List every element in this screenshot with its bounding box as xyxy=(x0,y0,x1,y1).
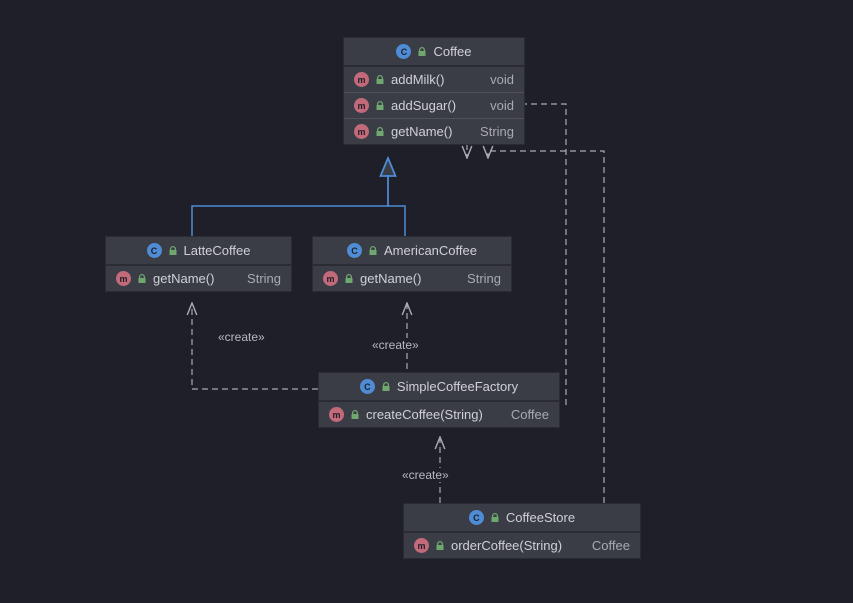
member-name: getName() xyxy=(153,271,214,286)
member-return: void xyxy=(478,98,514,113)
class-simple-coffee-factory[interactable]: C SimpleCoffeeFactory m createCoffee(Str… xyxy=(318,372,560,428)
class-icon: C xyxy=(396,44,411,59)
member-row[interactable]: m getName() String xyxy=(344,118,524,144)
lock-icon xyxy=(350,410,360,420)
member-row[interactable]: m addSugar() void xyxy=(344,92,524,118)
method-icon: m xyxy=(414,538,429,553)
member-return: String xyxy=(468,124,514,139)
member-row[interactable]: m orderCoffee(String) Coffee xyxy=(404,533,640,558)
class-latte-coffee[interactable]: C LatteCoffee m getName() String xyxy=(105,236,292,292)
class-name: AmericanCoffee xyxy=(384,243,477,258)
method-icon: m xyxy=(329,407,344,422)
stereotype-create: «create» xyxy=(400,468,451,482)
member-name: getName() xyxy=(391,124,452,139)
member-return: String xyxy=(235,271,281,286)
member-row[interactable]: m createCoffee(String) Coffee xyxy=(319,402,559,427)
class-name: Coffee xyxy=(433,44,471,59)
member-name: getName() xyxy=(360,271,421,286)
class-icon: C xyxy=(469,510,484,525)
class-icon: C xyxy=(347,243,362,258)
member-name: orderCoffee(String) xyxy=(451,538,562,553)
lock-icon xyxy=(417,47,427,57)
lock-icon xyxy=(435,541,445,551)
lock-icon xyxy=(490,513,500,523)
member-row[interactable]: m getName() String xyxy=(313,266,511,291)
class-american-coffee[interactable]: C AmericanCoffee m getName() String xyxy=(312,236,512,292)
class-coffee-store[interactable]: C CoffeeStore m orderCoffee(String) Coff… xyxy=(403,503,641,559)
member-name: addMilk() xyxy=(391,72,444,87)
members: m orderCoffee(String) Coffee xyxy=(404,532,640,558)
member-return: Coffee xyxy=(499,407,549,422)
member-return: String xyxy=(455,271,501,286)
lock-icon xyxy=(137,274,147,284)
class-icon: C xyxy=(360,379,375,394)
lock-icon xyxy=(375,127,385,137)
class-name: CoffeeStore xyxy=(506,510,575,525)
lock-icon xyxy=(168,246,178,256)
member-row[interactable]: m addMilk() void xyxy=(344,67,524,92)
member-name: addSugar() xyxy=(391,98,456,113)
class-coffee[interactable]: C Coffee m addMilk() void m addSugar() v… xyxy=(343,37,525,145)
method-icon: m xyxy=(354,98,369,113)
members: m getName() String xyxy=(313,265,511,291)
members: m addMilk() void m addSugar() void m get… xyxy=(344,66,524,144)
class-title-row: C Coffee xyxy=(344,38,524,66)
member-return: void xyxy=(478,72,514,87)
class-title-row: C SimpleCoffeeFactory xyxy=(319,373,559,401)
class-name: SimpleCoffeeFactory xyxy=(397,379,518,394)
class-title-row: C LatteCoffee xyxy=(106,237,291,265)
member-return: Coffee xyxy=(580,538,630,553)
class-icon: C xyxy=(147,243,162,258)
class-title-row: C AmericanCoffee xyxy=(313,237,511,265)
lock-icon xyxy=(344,274,354,284)
class-title-row: C CoffeeStore xyxy=(404,504,640,532)
lock-icon xyxy=(368,246,378,256)
member-name: createCoffee(String) xyxy=(366,407,483,422)
member-row[interactable]: m getName() String xyxy=(106,266,291,291)
method-icon: m xyxy=(323,271,338,286)
method-icon: m xyxy=(354,72,369,87)
members: m getName() String xyxy=(106,265,291,291)
lock-icon xyxy=(375,75,385,85)
class-name: LatteCoffee xyxy=(184,243,251,258)
stereotype-create: «create» xyxy=(370,338,421,352)
lock-icon xyxy=(381,382,391,392)
lock-icon xyxy=(375,101,385,111)
members: m createCoffee(String) Coffee xyxy=(319,401,559,427)
method-icon: m xyxy=(354,124,369,139)
method-icon: m xyxy=(116,271,131,286)
stereotype-create: «create» xyxy=(216,330,267,344)
